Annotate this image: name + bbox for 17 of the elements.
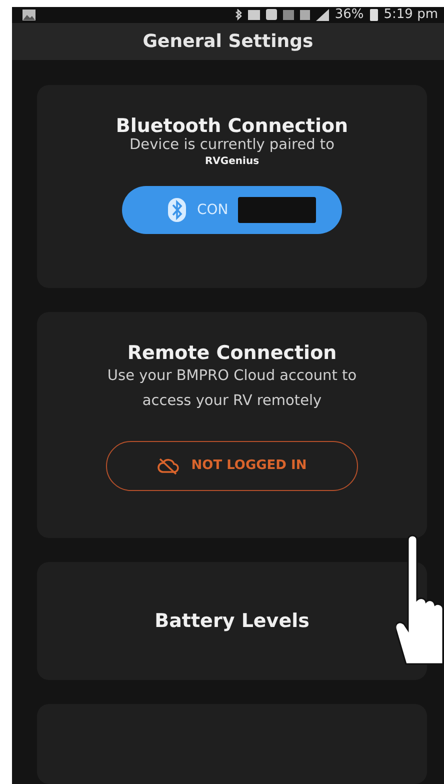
connection-button[interactable]: CON (122, 186, 342, 234)
device-name: RVGenius (204, 156, 260, 168)
battery-percent: 36% (334, 7, 364, 22)
card-title: Remote Connection (127, 342, 337, 364)
card-background[interactable]: Battery Levels (37, 562, 427, 680)
login-button[interactable]: NOT LOGGED IN (106, 440, 358, 491)
card-title: Bluetooth Connection (116, 115, 348, 137)
battery-icon (370, 8, 378, 22)
page-header: General Settings (12, 22, 444, 60)
bluetooth-icon (234, 8, 242, 21)
image-icon (22, 8, 36, 21)
cloud-off-icon (157, 456, 180, 475)
bluetooth-icon (167, 197, 187, 224)
card-description: Use your BMPRO Cloud account to access your RV remotely (106, 367, 358, 412)
card-title: Battery Levels (154, 610, 310, 632)
card-description: Device is currently paired to (130, 137, 334, 154)
status-time: 5:19 pm (384, 7, 438, 22)
